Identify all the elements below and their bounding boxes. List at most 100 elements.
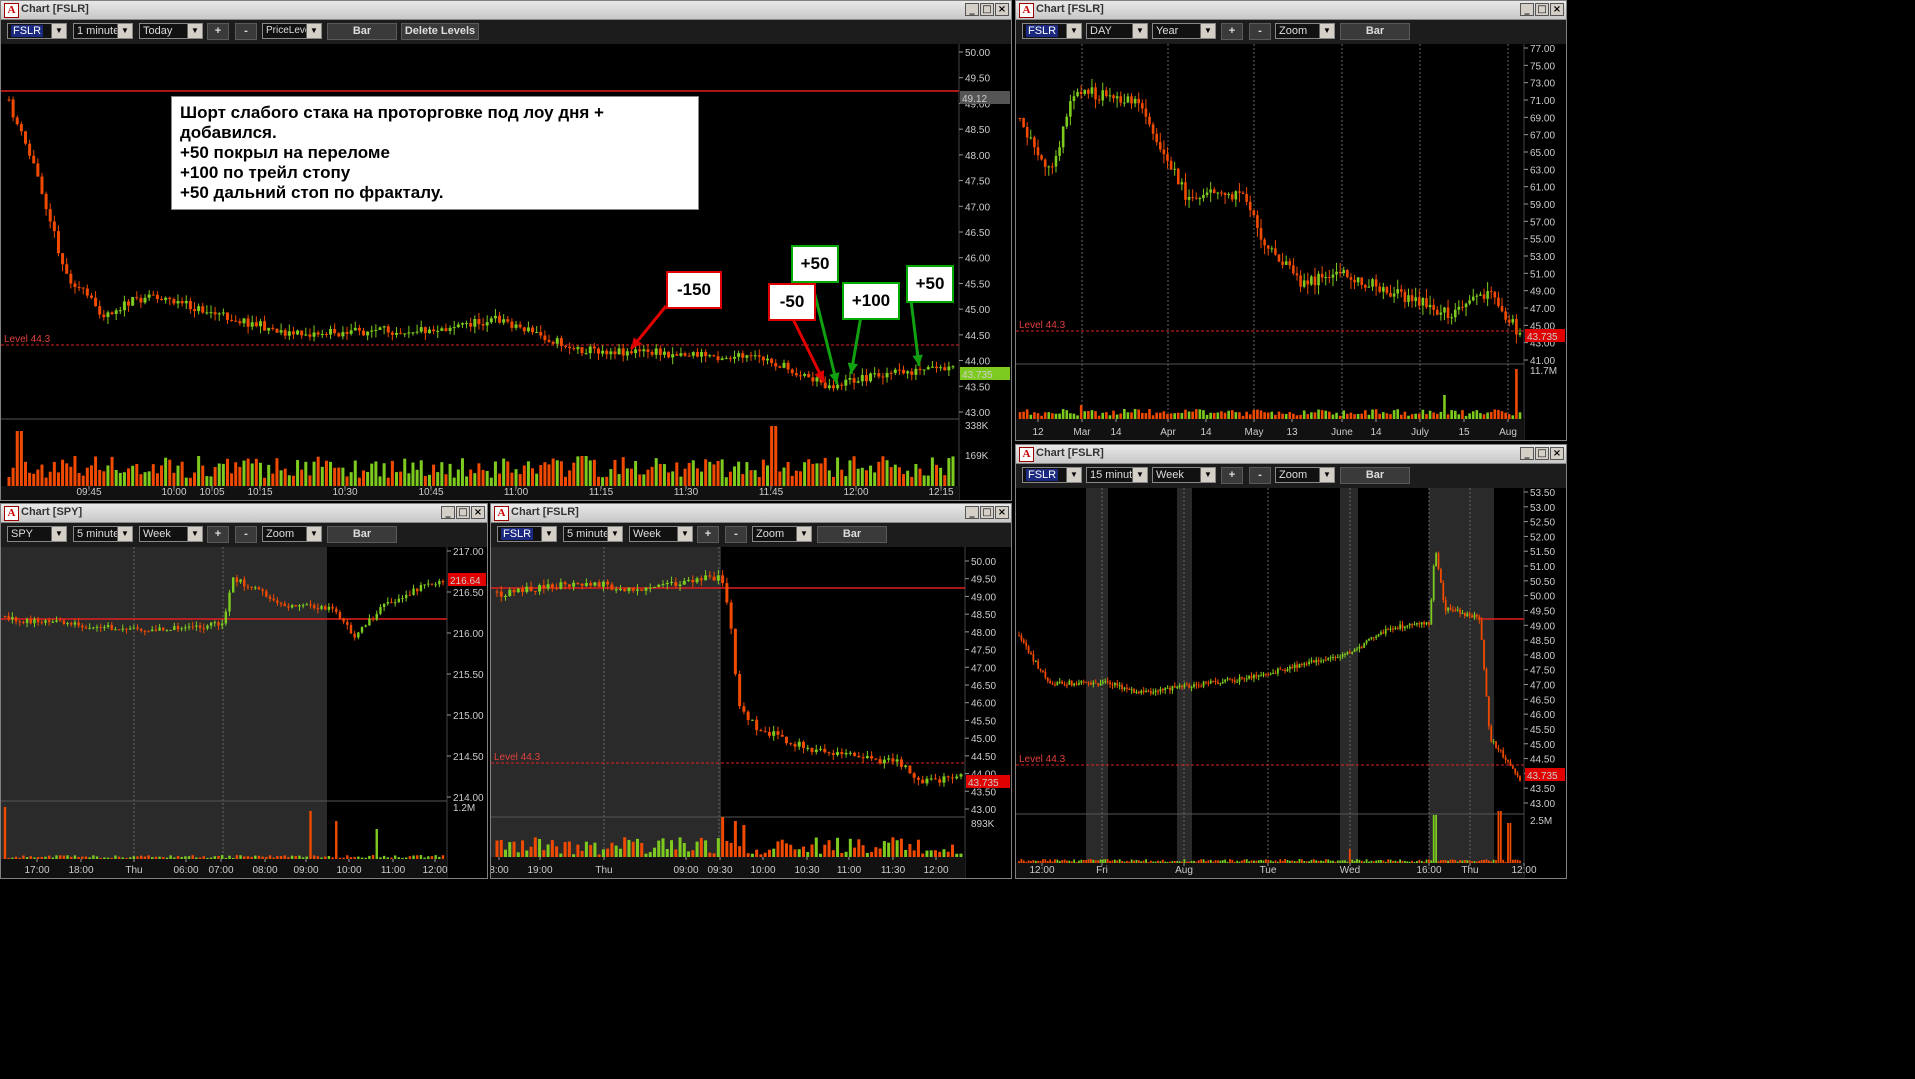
zoom-out-button[interactable]: - bbox=[235, 23, 257, 40]
close-icon[interactable]: × bbox=[1550, 447, 1564, 460]
volume-bar bbox=[1499, 811, 1502, 863]
candle-body bbox=[1119, 96, 1123, 103]
maximize-icon[interactable]: □ bbox=[1535, 447, 1549, 460]
minimize-icon[interactable]: _ bbox=[1520, 447, 1534, 460]
price-chart[interactable]: 77.0075.0073.0071.0069.0067.0065.0063.00… bbox=[1016, 44, 1566, 440]
zoom-select[interactable]: Zoom ▼ bbox=[1275, 23, 1335, 39]
chart-area[interactable]: 53.50 53.00 52.50 52.00 51.50 51.00 50.50 50.00… bbox=[1016, 488, 1566, 878]
candle-body bbox=[436, 330, 440, 332]
minimize-icon[interactable]: _ bbox=[441, 506, 455, 519]
zoom-select[interactable]: Zoom ▼ bbox=[1275, 467, 1335, 483]
trade-tag: +100 bbox=[842, 282, 900, 320]
close-icon[interactable]: × bbox=[471, 506, 485, 519]
zoom-out-button[interactable]: - bbox=[1249, 467, 1271, 484]
range-select[interactable]: Week ▼ bbox=[1152, 467, 1216, 483]
x-tick-label: 11:15 bbox=[589, 487, 614, 498]
zoom-in-button[interactable]: + bbox=[697, 526, 719, 543]
price-chart[interactable]: 53.5053.0052.5052.0051.5051.0050.5050.00… bbox=[1016, 488, 1566, 878]
candle-body bbox=[682, 580, 686, 585]
volume-bar bbox=[629, 468, 633, 486]
zoom-in-button[interactable]: + bbox=[1221, 23, 1243, 40]
volume-bar bbox=[172, 472, 176, 486]
delete-levels-button[interactable]: Delete Levels bbox=[401, 23, 479, 40]
volume-bar bbox=[801, 846, 805, 857]
chart-area[interactable]: 77.00 75.00 73.00 71.00 69.00 67.00 65.00 63.00… bbox=[1016, 44, 1566, 440]
close-icon[interactable]: × bbox=[1550, 3, 1564, 16]
title-bar[interactable]: A Chart [SPY] _ □ × bbox=[1, 504, 487, 523]
candle-body bbox=[823, 748, 827, 753]
range-select[interactable]: Week ▼ bbox=[139, 526, 203, 542]
maximize-icon[interactable]: □ bbox=[456, 506, 470, 519]
zoom-in-button[interactable]: + bbox=[207, 23, 229, 40]
volume-bar bbox=[176, 465, 180, 486]
candle-body bbox=[1450, 317, 1453, 319]
zoom-out-button[interactable]: - bbox=[235, 526, 257, 543]
maximize-icon[interactable]: □ bbox=[980, 3, 994, 16]
maximize-icon[interactable]: □ bbox=[980, 506, 994, 519]
candle-body bbox=[32, 155, 36, 164]
minimize-icon[interactable]: _ bbox=[965, 506, 979, 519]
zoom-out-button[interactable]: - bbox=[725, 526, 747, 543]
minimize-icon[interactable]: _ bbox=[965, 3, 979, 16]
volume-bar bbox=[543, 462, 547, 486]
title-bar[interactable]: A Chart [FSLR] _ □ × bbox=[1016, 1, 1566, 20]
candle-body bbox=[1293, 664, 1296, 668]
zoom-select[interactable]: Zoom ▼ bbox=[262, 526, 322, 542]
bar-button[interactable]: Bar bbox=[817, 526, 887, 543]
candle-body bbox=[1200, 686, 1203, 688]
volume-bar bbox=[1076, 415, 1079, 419]
candle-body bbox=[110, 624, 113, 630]
session-shade bbox=[1340, 488, 1358, 863]
interval-select[interactable]: 5 minutes ▼ bbox=[73, 526, 133, 542]
zoom-in-button[interactable]: + bbox=[1221, 467, 1243, 484]
candle-body bbox=[848, 378, 852, 380]
interval-select[interactable]: 1 minute ▼ bbox=[73, 23, 133, 39]
minimize-icon[interactable]: _ bbox=[1520, 3, 1534, 16]
candle-body bbox=[139, 298, 143, 303]
maximize-icon[interactable]: □ bbox=[1535, 3, 1549, 16]
interval-select[interactable]: 5 minutes ▼ bbox=[563, 526, 623, 542]
price-chart[interactable]: 217.00216.50216.00215.50215.00214.50214.… bbox=[1, 547, 487, 878]
bar-button[interactable]: Bar bbox=[327, 526, 397, 543]
title-bar[interactable]: A Chart [FSLR] _ □ × bbox=[1016, 445, 1566, 464]
interval-select[interactable]: 15 minutes ▼ bbox=[1086, 467, 1148, 483]
volume-bar bbox=[180, 857, 183, 859]
candle-body bbox=[238, 321, 242, 324]
candle-body bbox=[59, 620, 62, 622]
range-select[interactable]: Week ▼ bbox=[629, 526, 693, 542]
range-select[interactable]: Today ▼ bbox=[139, 23, 203, 39]
range-select[interactable]: Year ▼ bbox=[1152, 23, 1216, 39]
interval-select[interactable]: DAY ▼ bbox=[1086, 23, 1148, 39]
chart-area[interactable]: 217.00 216.50 216.00 215.50 215.00 214.50 214.… bbox=[1, 547, 487, 878]
title-bar[interactable]: A Chart [FSLR] _ □ × bbox=[491, 504, 1011, 523]
volume-tick-label: 338K bbox=[965, 421, 989, 432]
symbol-select[interactable]: FSLR ▼ bbox=[497, 526, 557, 542]
volume-bar bbox=[908, 843, 912, 857]
symbol-select[interactable]: FSLR ▼ bbox=[7, 23, 67, 39]
symbol-select[interactable]: FSLR ▼ bbox=[1022, 467, 1082, 483]
candle-body bbox=[642, 349, 646, 352]
symbol-select[interactable]: SPY ▼ bbox=[7, 526, 67, 542]
volume-bar bbox=[803, 462, 807, 486]
price-chart[interactable]: 50.0049.5049.0048.5048.0047.5047.0046.50… bbox=[491, 547, 1011, 878]
y-tick-label: 47.00 bbox=[1530, 304, 1555, 315]
title-bar[interactable]: A Chart [FSLR] _ □ × bbox=[1, 1, 1011, 20]
extra-select[interactable]: PriceLevel ▼ bbox=[262, 23, 322, 39]
zoom-in-button[interactable]: + bbox=[207, 526, 229, 543]
zoom-out-button[interactable]: - bbox=[1249, 23, 1271, 40]
y-tick-label: 46.00 bbox=[965, 254, 990, 265]
bar-button[interactable]: Bar bbox=[1340, 467, 1410, 484]
zoom-select[interactable]: Zoom ▼ bbox=[752, 526, 812, 542]
candle-body bbox=[327, 606, 331, 610]
close-icon[interactable]: × bbox=[995, 3, 1009, 16]
candle-body bbox=[335, 608, 338, 613]
volume-bar bbox=[1317, 409, 1320, 419]
candle-body bbox=[477, 319, 481, 325]
chart-area[interactable]: 50.00 49.50 49.00 48.50 48.00 47.50 47.00 46.50… bbox=[491, 547, 1011, 878]
candle-body bbox=[225, 312, 229, 320]
bar-button[interactable]: Bar bbox=[327, 23, 397, 40]
bar-button[interactable]: Bar bbox=[1340, 23, 1410, 40]
symbol-select[interactable]: FSLR ▼ bbox=[1022, 23, 1082, 39]
close-icon[interactable]: × bbox=[995, 506, 1009, 519]
candle-body bbox=[638, 349, 642, 352]
